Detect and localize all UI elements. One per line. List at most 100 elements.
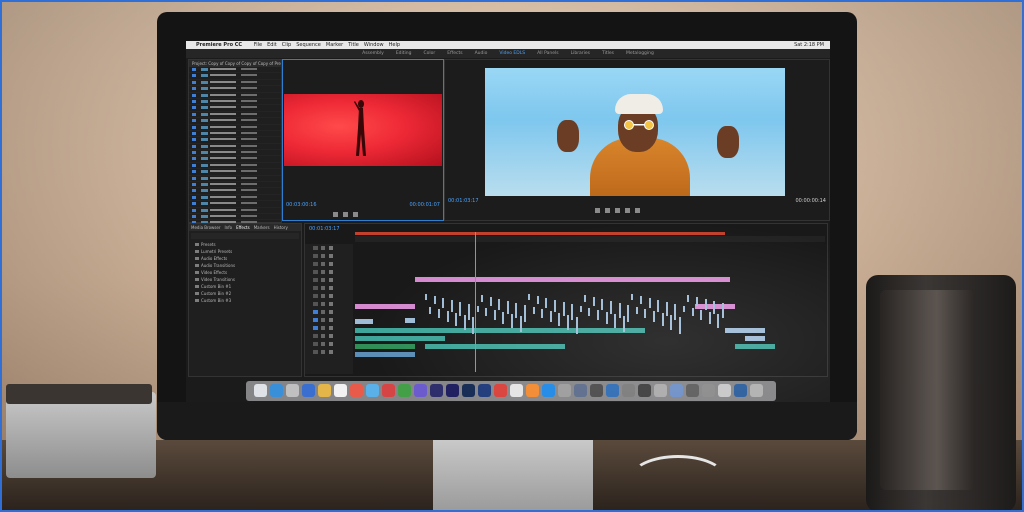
clip-cut-marker[interactable] <box>536 296 539 304</box>
track-header[interactable] <box>305 333 353 340</box>
clip-cut-marker[interactable] <box>657 300 660 312</box>
eye-icon[interactable] <box>329 286 333 290</box>
clip-cut-marker[interactable] <box>704 299 707 310</box>
toggle-track-icon[interactable] <box>313 262 318 266</box>
lock-icon[interactable] <box>321 270 325 274</box>
eye-icon[interactable] <box>329 326 333 330</box>
clip-cut-marker[interactable] <box>506 301 509 314</box>
dock-app-icon[interactable] <box>494 384 507 397</box>
dock-app-icon[interactable] <box>750 384 763 397</box>
timeline-clip[interactable] <box>355 319 373 324</box>
timeline-clip[interactable] <box>355 336 445 341</box>
clip-cut-marker[interactable] <box>489 297 492 306</box>
dock-app-icon[interactable] <box>670 384 683 397</box>
track-header[interactable] <box>305 301 353 308</box>
clip-cut-marker[interactable] <box>721 303 724 318</box>
clip-cut-marker[interactable] <box>437 309 440 318</box>
menu-marker[interactable]: Marker <box>326 42 343 48</box>
clip-cut-marker[interactable] <box>442 298 445 308</box>
clip-cut-marker[interactable] <box>609 301 612 314</box>
clip-cut-marker[interactable] <box>597 310 599 320</box>
track-header[interactable] <box>305 253 353 260</box>
clip-cut-marker[interactable] <box>584 295 587 302</box>
clip-cut-marker[interactable] <box>635 307 638 314</box>
dock-app-icon[interactable] <box>622 384 635 397</box>
dock-app-icon[interactable] <box>654 384 667 397</box>
track-header[interactable] <box>305 245 353 252</box>
program-step-forward-button[interactable] <box>625 208 630 213</box>
dock-app-icon[interactable] <box>286 384 299 397</box>
eye-icon[interactable] <box>329 294 333 298</box>
lock-icon[interactable] <box>321 246 325 250</box>
eye-icon[interactable] <box>329 262 333 266</box>
lock-icon[interactable] <box>321 334 325 338</box>
eye-icon[interactable] <box>329 270 333 274</box>
eye-icon[interactable] <box>329 350 333 354</box>
dock-app-icon[interactable] <box>686 384 699 397</box>
clip-cut-marker[interactable] <box>446 311 449 322</box>
program-mark-in-button[interactable] <box>595 208 600 213</box>
dock-app-icon[interactable] <box>318 384 331 397</box>
clip-cut-marker[interactable] <box>528 294 531 300</box>
dock-app-icon[interactable] <box>478 384 491 397</box>
clip-cut-marker[interactable] <box>700 310 703 320</box>
clip-cut-marker[interactable] <box>554 300 556 312</box>
workspace-tab-video-edls[interactable]: Video EDLS <box>499 51 525 56</box>
clip-cut-marker[interactable] <box>480 295 483 302</box>
effects-folder-item[interactable]: Video Effects <box>189 269 301 276</box>
track-header[interactable] <box>305 349 353 356</box>
dock-app-icon[interactable] <box>302 384 315 397</box>
clip-cut-marker[interactable] <box>558 313 561 326</box>
clip-cut-marker[interactable] <box>562 302 565 316</box>
source-step-back-button[interactable] <box>333 212 338 217</box>
track-header[interactable] <box>305 285 353 292</box>
workspace-tab-assembly[interactable]: Assembly <box>362 51 384 56</box>
menu-title[interactable]: Title <box>348 42 359 48</box>
clip-cut-marker[interactable] <box>519 316 522 332</box>
track-header[interactable] <box>305 325 353 332</box>
app-menu[interactable]: Premiere Pro CC <box>196 42 242 48</box>
clip-cut-marker[interactable] <box>614 314 617 328</box>
program-step-back-button[interactable] <box>605 208 610 213</box>
clip-cut-marker[interactable] <box>661 313 664 326</box>
clip-cut-marker[interactable] <box>644 309 647 318</box>
dock-app-icon[interactable] <box>638 384 651 397</box>
dock-app-icon[interactable] <box>606 384 619 397</box>
workspace-tab-color[interactable]: Color <box>424 51 436 56</box>
clip-cut-marker[interactable] <box>717 314 720 328</box>
toggle-track-icon[interactable] <box>313 326 318 330</box>
toggle-track-icon[interactable] <box>313 254 318 258</box>
clip-cut-marker[interactable] <box>601 299 604 310</box>
program-mark-out-button[interactable] <box>635 208 640 213</box>
workspace-tab-libraries[interactable]: Libraries <box>571 51 590 56</box>
clip-cut-marker[interactable] <box>592 297 595 306</box>
workspace-tab-audio[interactable]: Audio <box>475 51 488 56</box>
menu-edit[interactable]: Edit <box>267 42 277 48</box>
project-panel-tab[interactable]: Project: Copy of Copy of Copy of Copy of… <box>189 60 281 67</box>
clip-cut-marker[interactable] <box>493 310 496 320</box>
timeline-clip[interactable] <box>355 352 415 357</box>
clip-cut-marker[interactable] <box>571 304 574 320</box>
clip-cut-marker[interactable] <box>511 314 513 328</box>
clip-cut-marker[interactable] <box>670 315 673 330</box>
lock-icon[interactable] <box>321 262 325 266</box>
eye-icon[interactable] <box>329 254 333 258</box>
toggle-track-icon[interactable] <box>313 302 318 306</box>
panel-tab-info[interactable]: Info <box>225 225 233 230</box>
toggle-track-icon[interactable] <box>313 350 318 354</box>
clip-cut-marker[interactable] <box>683 306 685 312</box>
clip-cut-marker[interactable] <box>485 308 488 316</box>
toggle-track-icon[interactable] <box>313 318 318 322</box>
dock-app-icon[interactable] <box>574 384 587 397</box>
lock-icon[interactable] <box>321 310 325 314</box>
lock-icon[interactable] <box>321 278 325 282</box>
toggle-track-icon[interactable] <box>313 310 318 314</box>
clip-cut-marker[interactable] <box>713 301 716 314</box>
dock-app-icon[interactable] <box>462 384 475 397</box>
clip-cut-marker[interactable] <box>605 312 608 324</box>
timeline-clip[interactable] <box>355 344 415 349</box>
clip-cut-marker[interactable] <box>665 302 668 316</box>
effects-folder-item[interactable]: Custom Bin #2 <box>189 290 301 297</box>
clip-cut-marker[interactable] <box>579 306 582 312</box>
effects-folder-item[interactable]: Presets <box>189 241 301 248</box>
